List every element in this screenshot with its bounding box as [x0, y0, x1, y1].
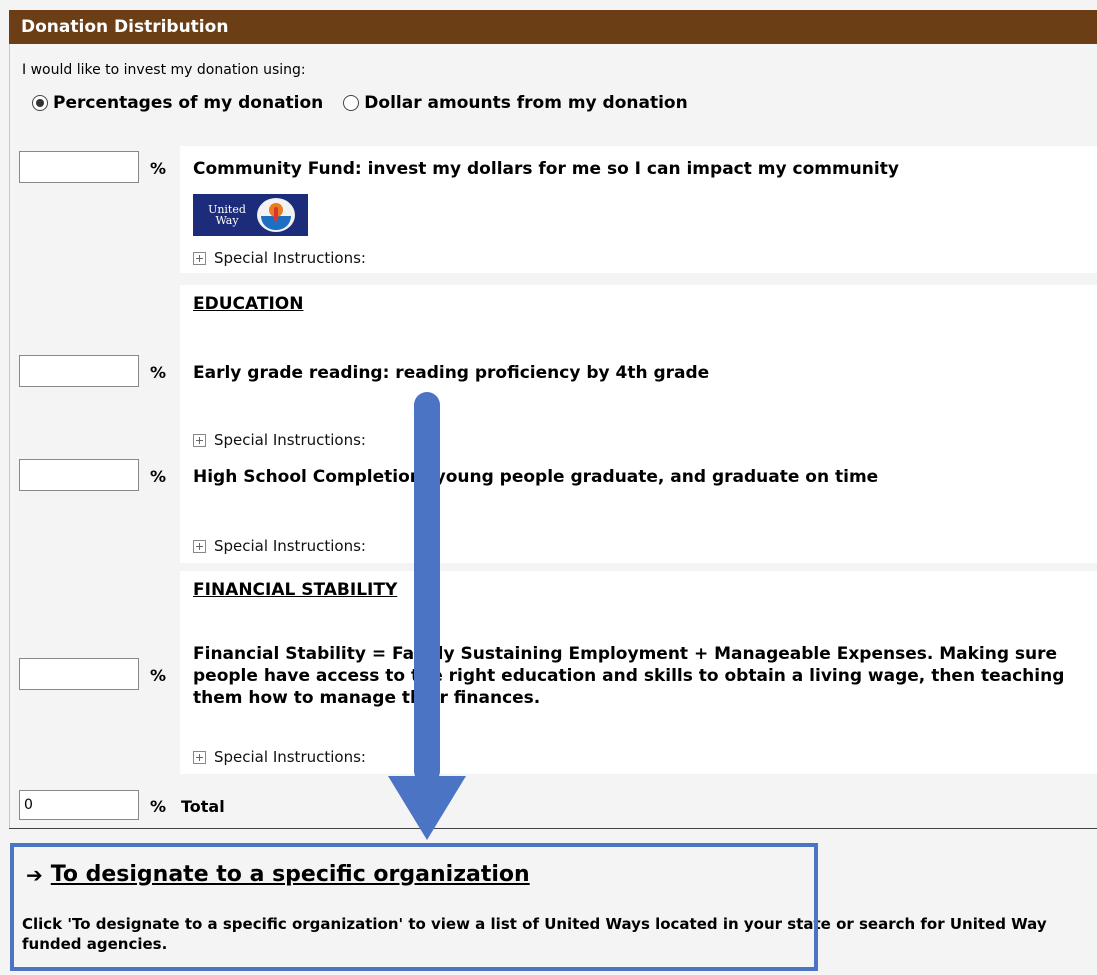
down-arrow-annotation-icon [388, 392, 466, 840]
